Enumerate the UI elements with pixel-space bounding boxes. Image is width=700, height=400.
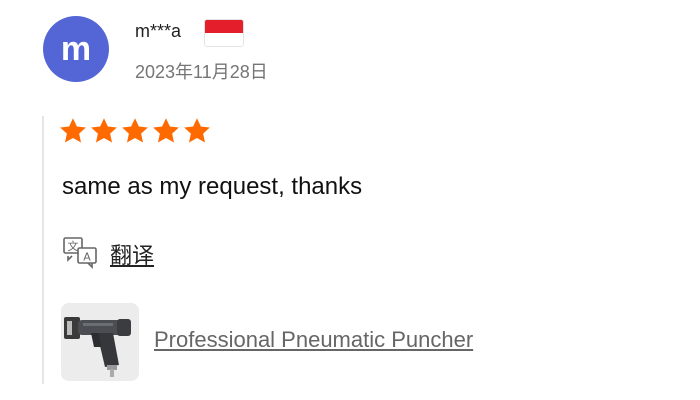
star-icon: [91, 118, 117, 143]
indonesia-flag-icon: [205, 20, 243, 46]
translate-label: 翻译: [110, 243, 155, 268]
review-divider: [42, 116, 44, 384]
avatar-letter: m: [60, 30, 92, 68]
star-icon: [122, 118, 148, 143]
review-date: 2023年11月28日: [135, 62, 268, 82]
translate-button[interactable]: 文 A 翻译: [62, 236, 154, 270]
star-icon: [153, 118, 179, 143]
translate-icon: 文 A: [63, 237, 97, 269]
pneumatic-puncher-image: [61, 303, 139, 381]
svg-text:文: 文: [68, 239, 79, 253]
star-icon: [60, 118, 86, 143]
star-icon: [184, 118, 210, 143]
reviewer-name: m***a: [135, 21, 182, 41]
star-rating: [58, 116, 212, 146]
avatar: m: [43, 16, 109, 82]
product-link[interactable]: Professional Pneumatic Puncher: [154, 327, 473, 353]
svg-text:A: A: [83, 251, 91, 264]
product-thumbnail[interactable]: [61, 303, 139, 381]
review-text: same as my request, thanks: [62, 173, 363, 200]
